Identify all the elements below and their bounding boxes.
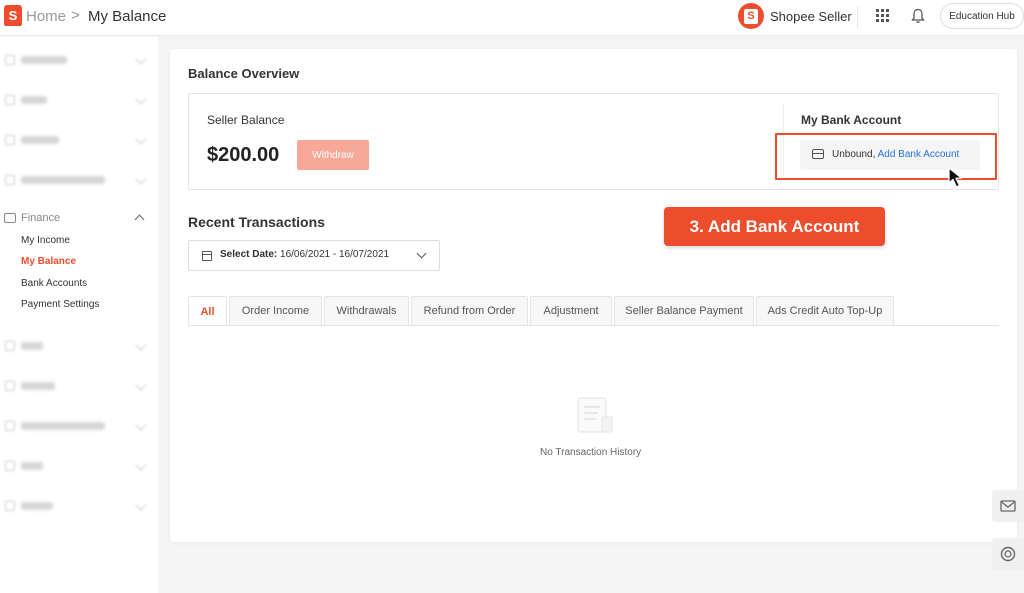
tab-ads-credit-auto-top-up[interactable]: Ads Credit Auto Top-Up — [756, 296, 894, 325]
mail-icon — [1000, 500, 1016, 512]
chat-button[interactable] — [992, 490, 1024, 522]
date-range-label: Select Date: 16/06/2021 - 16/07/2021 — [220, 249, 389, 260]
top-bar: S Home > My Balance S Shopee Seller Educ… — [0, 0, 1024, 36]
shopee-logo-icon[interactable]: S — [4, 5, 22, 26]
sidebar-item-blurred[interactable] — [0, 170, 158, 190]
breadcrumb-home[interactable]: Home — [26, 8, 66, 25]
tab-adjustment[interactable]: Adjustment — [530, 296, 612, 325]
sidebar-item-blurred[interactable] — [0, 416, 158, 436]
sidebar — [0, 37, 158, 593]
sidebar-subitem-my-balance[interactable]: My Balance — [21, 256, 76, 267]
headset-icon — [1000, 546, 1016, 562]
header-divider — [857, 6, 858, 28]
sidebar-item-finance[interactable]: Finance — [21, 212, 60, 224]
mouse-cursor-icon — [948, 167, 963, 188]
tab-order-income[interactable]: Order Income — [229, 296, 322, 325]
sidebar-item-blurred[interactable] — [0, 496, 158, 516]
calendar-icon — [202, 251, 212, 261]
sidebar-item-blurred[interactable] — [0, 336, 158, 356]
bank-account-title: My Bank Account — [801, 113, 902, 127]
shopee-seller-logo-icon[interactable]: S — [738, 3, 764, 29]
tab-all[interactable]: All — [188, 296, 227, 326]
seller-balance-amount: $200.00 — [207, 144, 280, 166]
sidebar-subitem-payment-settings[interactable]: Payment Settings — [21, 299, 99, 310]
breadcrumb-current: My Balance — [88, 8, 167, 25]
sidebar-item-blurred[interactable] — [0, 456, 158, 476]
seller-name[interactable]: Shopee Seller — [770, 9, 852, 24]
sidebar-item-blurred[interactable] — [0, 50, 158, 70]
tab-seller-balance-payment[interactable]: Seller Balance Payment — [614, 296, 754, 325]
tab-withdrawals[interactable]: Withdrawals — [324, 296, 409, 325]
seller-logo-glyph: S — [744, 8, 758, 24]
date-range-value: 16/06/2021 - 16/07/2021 — [280, 249, 390, 260]
wallet-icon — [4, 213, 16, 223]
balance-overview-title: Balance Overview — [188, 66, 300, 81]
date-prefix: Select Date: — [220, 249, 278, 260]
seller-balance-label: Seller Balance — [207, 113, 285, 127]
recent-transactions-title: Recent Transactions — [188, 214, 325, 230]
empty-document-icon — [577, 397, 613, 433]
sidebar-subitem-bank-accounts[interactable]: Bank Accounts — [21, 278, 87, 289]
step-callout: 3. Add Bank Account — [664, 207, 885, 246]
support-button[interactable] — [992, 538, 1024, 570]
tab-refund-from-order[interactable]: Refund from Order — [411, 296, 528, 325]
breadcrumb-separator: > — [71, 7, 80, 24]
sidebar-item-blurred[interactable] — [0, 90, 158, 110]
empty-state-text: No Transaction History — [540, 447, 642, 458]
bell-icon[interactable] — [911, 8, 925, 24]
tabs-underline — [188, 325, 999, 326]
apps-grid-icon[interactable] — [876, 9, 889, 22]
withdraw-button[interactable]: Withdraw — [297, 140, 369, 170]
sidebar-item-blurred[interactable] — [0, 376, 158, 396]
education-hub-button[interactable]: Education Hub — [940, 3, 1024, 29]
sidebar-item-blurred[interactable] — [0, 130, 158, 150]
sidebar-subitem-my-income[interactable]: My Income — [21, 235, 70, 246]
